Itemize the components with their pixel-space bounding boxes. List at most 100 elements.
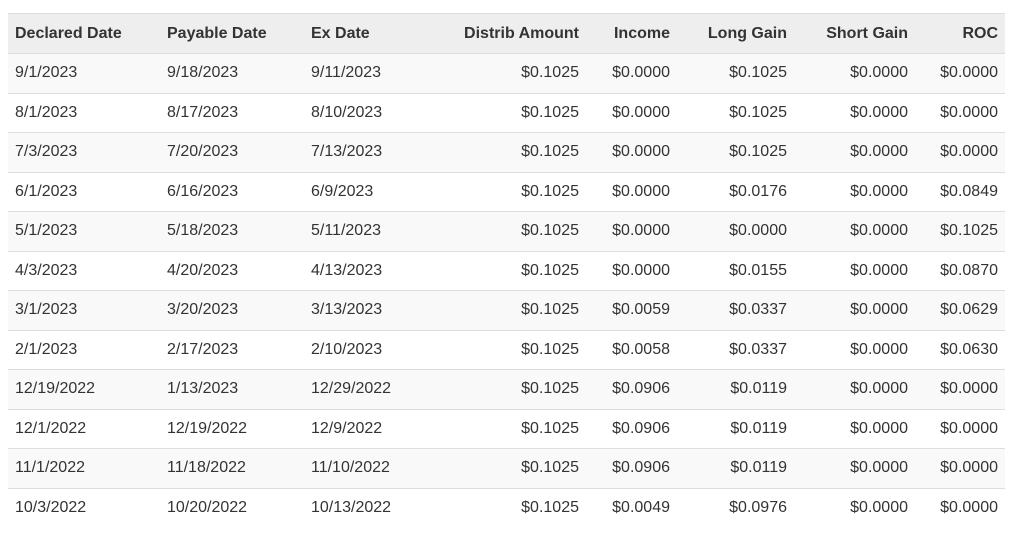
cell-roc: $0.0000 (915, 487, 1005, 528)
cell-long-gain: $0.0119 (677, 448, 794, 488)
cell-short-gain: $0.0000 (794, 132, 915, 172)
cell-declared-date: 10/3/2022 (8, 487, 160, 528)
cell-payable-date: 11/18/2022 (160, 448, 304, 488)
cell-short-gain: $0.0000 (794, 487, 915, 528)
cell-ex-date: 10/13/2022 (304, 487, 414, 528)
cell-payable-date: 10/20/2022 (160, 487, 304, 528)
cell-declared-date: 8/1/2023 (8, 92, 160, 133)
cell-ex-date: 7/13/2023 (304, 132, 414, 172)
cell-income: $0.0000 (586, 53, 677, 93)
cell-income: $0.0906 (586, 369, 677, 409)
cell-ex-date: 11/10/2022 (304, 448, 414, 488)
cell-payable-date: 1/13/2023 (160, 369, 304, 409)
cell-income: $0.0906 (586, 448, 677, 488)
table-row: 9/1/2023 9/18/2023 9/11/2023 $0.1025 $0.0000… (8, 53, 1005, 93)
cell-roc: $0.0870 (915, 250, 1005, 291)
header-ex-date[interactable]: Ex Date (304, 13, 414, 54)
cell-distrib-amount: $0.1025 (414, 448, 586, 488)
cell-roc: $0.0630 (915, 329, 1005, 370)
cell-distrib-amount: $0.1025 (414, 211, 586, 251)
header-long-gain[interactable]: Long Gain (677, 13, 794, 54)
cell-payable-date: 5/18/2023 (160, 211, 304, 251)
cell-income: $0.0906 (586, 408, 677, 449)
cell-declared-date: 12/19/2022 (8, 369, 160, 409)
cell-payable-date: 9/18/2023 (160, 53, 304, 93)
cell-payable-date: 7/20/2023 (160, 132, 304, 172)
cell-long-gain: $0.0176 (677, 171, 794, 212)
table-header: Declared Date Payable Date Ex Date Distr… (8, 13, 1005, 54)
cell-long-gain: $0.1025 (677, 132, 794, 172)
table-body: 9/1/2023 9/18/2023 9/11/2023 $0.1025 $0.0000… (8, 53, 1005, 528)
header-row: Declared Date Payable Date Ex Date Distr… (8, 13, 1005, 54)
cell-payable-date: 12/19/2022 (160, 408, 304, 449)
cell-income: $0.0058 (586, 329, 677, 370)
cell-declared-date: 4/3/2023 (8, 250, 160, 291)
header-payable-date[interactable]: Payable Date (160, 13, 304, 54)
cell-income: $0.0000 (586, 211, 677, 251)
cell-short-gain: $0.0000 (794, 290, 915, 330)
table-row: 10/3/2022 10/20/2022 10/13/2022 $0.1025 $0.0… (8, 487, 1005, 528)
cell-distrib-amount: $0.1025 (414, 408, 586, 449)
cell-short-gain: $0.0000 (794, 211, 915, 251)
cell-long-gain: $0.0119 (677, 408, 794, 449)
table-row: 3/1/2023 3/20/2023 3/13/2023 $0.1025 $0.0059… (8, 290, 1005, 330)
cell-declared-date: 3/1/2023 (8, 290, 160, 330)
cell-short-gain: $0.0000 (794, 329, 915, 370)
cell-short-gain: $0.0000 (794, 53, 915, 93)
cell-short-gain: $0.0000 (794, 92, 915, 133)
table-row: 11/1/2022 11/18/2022 11/10/2022 $0.1025 $0.0… (8, 448, 1005, 488)
cell-ex-date: 3/13/2023 (304, 290, 414, 330)
cell-distrib-amount: $0.1025 (414, 250, 586, 291)
table-row: 6/1/2023 6/16/2023 6/9/2023 $0.1025 $0.0000 $… (8, 171, 1005, 212)
distributions-table: Declared Date Payable Date Ex Date Distr… (8, 13, 1005, 528)
cell-payable-date: 6/16/2023 (160, 171, 304, 212)
table-row: 12/1/2022 12/19/2022 12/9/2022 $0.1025 $0.09… (8, 408, 1005, 449)
cell-ex-date: 8/10/2023 (304, 92, 414, 133)
header-short-gain[interactable]: Short Gain (794, 13, 915, 54)
cell-long-gain: $0.0337 (677, 290, 794, 330)
header-declared-date[interactable]: Declared Date (8, 13, 160, 54)
cell-income: $0.0059 (586, 290, 677, 330)
table-row: 4/3/2023 4/20/2023 4/13/2023 $0.1025 $0.0000… (8, 250, 1005, 291)
table-row: 5/1/2023 5/18/2023 5/11/2023 $0.1025 $0.0000… (8, 211, 1005, 251)
cell-distrib-amount: $0.1025 (414, 290, 586, 330)
cell-declared-date: 6/1/2023 (8, 171, 160, 212)
cell-short-gain: $0.0000 (794, 369, 915, 409)
cell-long-gain: $0.0119 (677, 369, 794, 409)
cell-income: $0.0000 (586, 171, 677, 212)
cell-ex-date: 12/9/2022 (304, 408, 414, 449)
table-row: 8/1/2023 8/17/2023 8/10/2023 $0.1025 $0.0000… (8, 92, 1005, 133)
cell-ex-date: 6/9/2023 (304, 171, 414, 212)
cell-declared-date: 9/1/2023 (8, 53, 160, 93)
cell-roc: $0.0000 (915, 92, 1005, 133)
cell-roc: $0.0000 (915, 53, 1005, 93)
cell-distrib-amount: $0.1025 (414, 132, 586, 172)
header-distrib-amount[interactable]: Distrib Amount (414, 13, 586, 54)
cell-payable-date: 3/20/2023 (160, 290, 304, 330)
cell-declared-date: 7/3/2023 (8, 132, 160, 172)
cell-declared-date: 11/1/2022 (8, 448, 160, 488)
cell-payable-date: 8/17/2023 (160, 92, 304, 133)
cell-roc: $0.0000 (915, 408, 1005, 449)
cell-distrib-amount: $0.1025 (414, 92, 586, 133)
cell-ex-date: 2/10/2023 (304, 329, 414, 370)
cell-declared-date: 5/1/2023 (8, 211, 160, 251)
cell-roc: $0.0000 (915, 369, 1005, 409)
cell-declared-date: 2/1/2023 (8, 329, 160, 370)
cell-declared-date: 12/1/2022 (8, 408, 160, 449)
cell-roc: $0.0000 (915, 448, 1005, 488)
header-income[interactable]: Income (586, 13, 677, 54)
header-roc[interactable]: ROC (915, 13, 1005, 54)
cell-income: $0.0000 (586, 132, 677, 172)
cell-roc: $0.0629 (915, 290, 1005, 330)
distributions-table-container: Declared Date Payable Date Ex Date Distr… (8, 13, 1005, 528)
cell-long-gain: $0.0976 (677, 487, 794, 528)
cell-roc: $0.0000 (915, 132, 1005, 172)
cell-income: $0.0000 (586, 250, 677, 291)
cell-roc: $0.1025 (915, 211, 1005, 251)
cell-long-gain: $0.1025 (677, 53, 794, 93)
cell-short-gain: $0.0000 (794, 408, 915, 449)
cell-payable-date: 4/20/2023 (160, 250, 304, 291)
cell-income: $0.0000 (586, 92, 677, 133)
cell-long-gain: $0.0337 (677, 329, 794, 370)
